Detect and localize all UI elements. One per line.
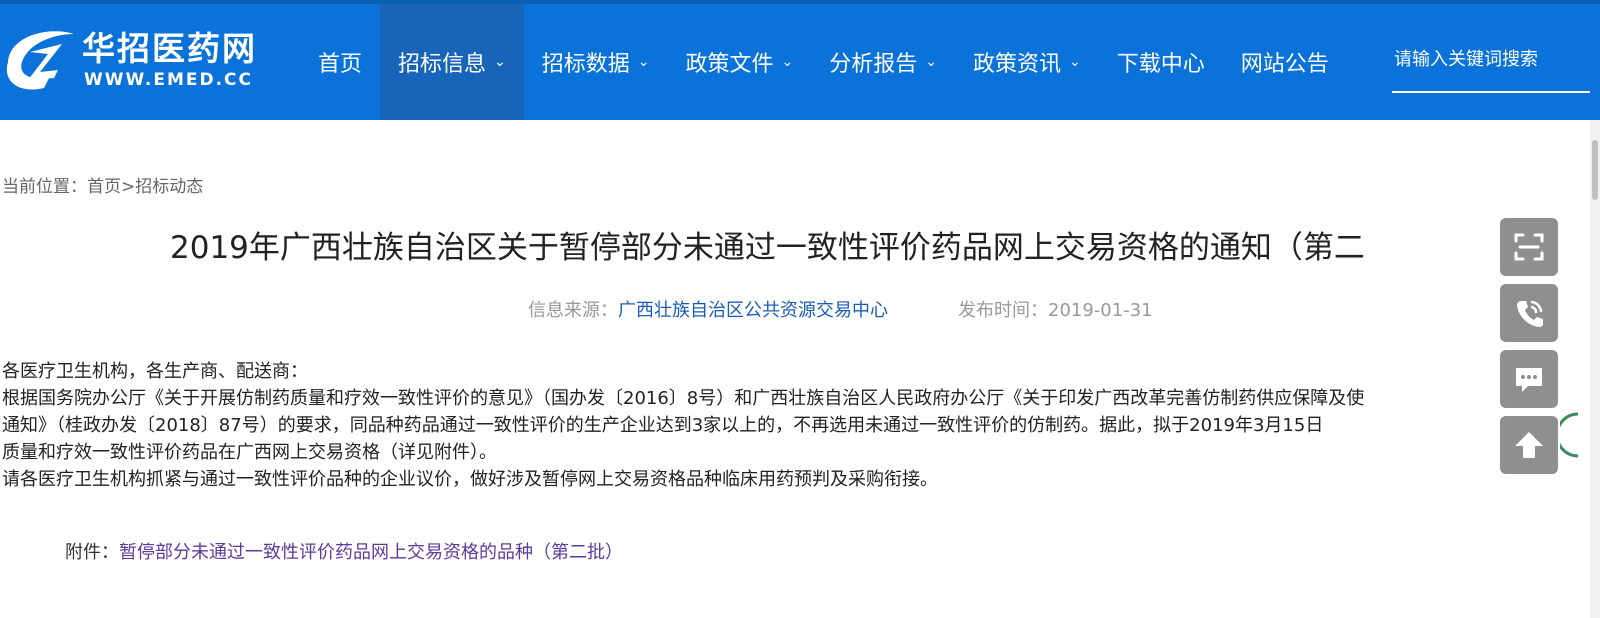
attachment-link[interactable]: 暂停部分未通过一致性评价药品网上交易资格的品种（第二批） (119, 542, 623, 563)
nav-home[interactable]: 首页 (300, 4, 380, 120)
article-title: 2019年广西壮族自治区关于暂停部分未通过一致性评价药品网上交易资格的通知（第二 (170, 230, 1365, 266)
source-label: 信息来源： (528, 300, 618, 321)
body-paragraph: 请各医疗卫生机构抓紧与通过一致性评价品种的企业议价，做好涉及暂停网上交易资格品种… (2, 469, 938, 490)
breadcrumb-prefix: 当前位置： (2, 177, 87, 197)
scan-icon (1514, 233, 1544, 261)
page-scrollbar[interactable] (1590, 120, 1600, 618)
source-link[interactable]: 广西壮族自治区公共资源交易中心 (618, 300, 888, 321)
nav-label: 分析报告 (829, 52, 918, 77)
phone-icon (1517, 300, 1543, 327)
nav-analysis-reports[interactable]: 分析报告 ⌄ (811, 4, 955, 120)
breadcrumb-home-link[interactable]: 首页 (87, 177, 121, 197)
logo-name: 华招医药网 (82, 29, 257, 68)
chevron-down-icon: ⌄ (494, 54, 506, 70)
scrollbar-thumb[interactable] (1592, 140, 1598, 200)
chevron-down-icon: ⌄ (925, 54, 938, 70)
nav-bidding-data[interactable]: 招标数据 ⌄ (524, 4, 668, 120)
breadcrumb-current[interactable]: 招标动态 (135, 177, 203, 197)
search-input[interactable] (1392, 45, 1592, 70)
nav-download-center[interactable]: 下载中心 (1099, 4, 1223, 120)
back-to-top-icon (1515, 432, 1543, 458)
nav-label: 招标信息 (398, 52, 487, 77)
nav-policy-docs[interactable]: 政策文件 ⌄ (668, 4, 812, 120)
search-box (1392, 45, 1592, 93)
nav-label: 首页 (318, 52, 363, 77)
attachment: 附件：暂停部分未通过一致性评价药品网上交易资格的品种（第二批） (65, 538, 623, 564)
nav-label: 政策资讯 (973, 52, 1062, 77)
nav-label: 下载中心 (1116, 52, 1205, 77)
nav-label: 网站公告 (1240, 52, 1329, 77)
breadcrumb-separator: > (121, 177, 136, 197)
chat-button[interactable] (1500, 350, 1558, 408)
nav-bidding-info[interactable]: 招标信息 ⌄ (380, 4, 524, 120)
breadcrumb: 当前位置：首页>招标动态 (2, 172, 203, 197)
nav-label: 政策文件 (685, 52, 774, 77)
attachment-label: 附件： (65, 542, 119, 563)
body-paragraph: 各医疗卫生机构，各生产商、配送商： (2, 361, 308, 382)
body-paragraph: 根据国务院办公厅《关于开展仿制药质量和疗效一致性评价的意见》（国办发〔2016〕… (2, 388, 1365, 409)
logo-swoosh-icon (6, 31, 74, 90)
chevron-down-icon: ⌄ (781, 54, 794, 70)
nav-site-announcements[interactable]: 网站公告 (1223, 4, 1347, 120)
chevron-down-icon: ⌄ (1069, 54, 1081, 70)
article-body: 各医疗卫生机构，各生产商、配送商： 根据国务院办公厅《关于开展仿制药质量和疗效一… (2, 358, 1502, 493)
site-header: 华招医药网 WWW.EMED.CC 首页 招标信息 ⌄ 招标数据 ⌄ 政策文件 … (0, 0, 1600, 120)
chat-icon (1516, 368, 1542, 392)
body-paragraph: 质量和疗效一致性评价药品在广西网上交易资格（详见附件）。 (2, 442, 497, 463)
scan-button[interactable] (1500, 218, 1558, 276)
body-paragraph: 通知》（桂政办发〔2018〕87号）的要求，同品种药品通过一致性评价的生产企业达… (2, 415, 1324, 436)
article-meta: 信息来源：广西壮族自治区公共资源交易中心 发布时间：2019-01-31 (528, 296, 1153, 322)
publish-date: 2019-01-31 (1048, 300, 1153, 321)
nav-policy-news[interactable]: 政策资讯 ⌄ (955, 4, 1099, 120)
partial-circle-icon (1560, 412, 1578, 458)
back-to-top-button[interactable] (1500, 416, 1558, 474)
main-nav: 首页 招标信息 ⌄ 招标数据 ⌄ 政策文件 ⌄ 分析报告 ⌄ 政策资讯 ⌄ 下载… (300, 4, 1347, 120)
phone-button[interactable] (1500, 284, 1558, 342)
site-logo[interactable]: 华招医药网 WWW.EMED.CC (0, 16, 270, 102)
logo-url: WWW.EMED.CC (84, 70, 253, 90)
chevron-down-icon: ⌄ (637, 54, 650, 70)
nav-label: 招标数据 (541, 52, 630, 77)
date-label: 发布时间： (958, 300, 1048, 321)
